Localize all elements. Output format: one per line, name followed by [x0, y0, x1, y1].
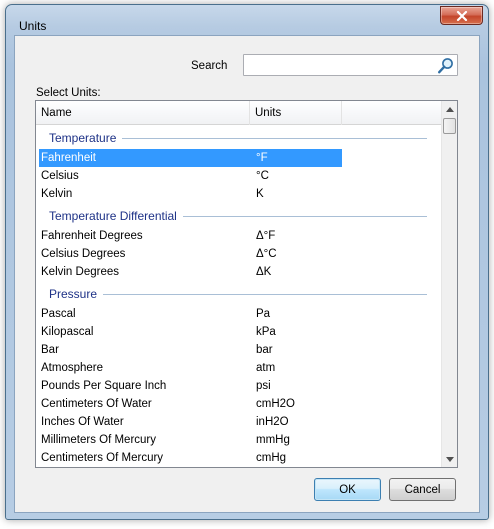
item-name: Atmosphere: [41, 362, 104, 374]
column-header-units[interactable]: Units: [250, 101, 342, 125]
search-box[interactable]: [243, 54, 458, 76]
item-name: Millimeters Of Mercury: [41, 434, 157, 446]
list-item-in-water[interactable]: Inches Of Water inH2O: [36, 413, 442, 431]
item-unit: Δ°C: [256, 248, 277, 260]
item-unit: Pa: [256, 308, 271, 320]
cancel-button[interactable]: Cancel: [389, 478, 456, 501]
window-title: Units: [19, 19, 47, 33]
item-unit: mmHg: [256, 434, 290, 446]
list-item-fahrenheit-degrees[interactable]: Fahrenheit Degrees Δ°F: [36, 227, 442, 245]
item-name: Fahrenheit Degrees: [41, 230, 143, 242]
list-item-kilopascal[interactable]: Kilopascal kPa: [36, 323, 442, 341]
list-item-cm-water[interactable]: Centimeters Of Water cmH2O: [36, 395, 442, 413]
search-icon[interactable]: [437, 57, 455, 75]
list-item-celsius-degrees[interactable]: Celsius Degrees Δ°C: [36, 245, 442, 263]
item-name: Centimeters Of Water: [41, 398, 152, 410]
group-header-pressure: Pressure: [36, 281, 442, 305]
item-name: Celsius: [41, 170, 79, 182]
list-item-fahrenheit[interactable]: Fahrenheit °F: [36, 149, 442, 167]
item-name: Celsius Degrees: [41, 248, 126, 260]
item-unit: inH2O: [256, 416, 289, 428]
list-item-kelvin[interactable]: Kelvin K: [36, 185, 442, 203]
group-title: Pressure: [49, 287, 104, 301]
ok-button[interactable]: OK: [314, 478, 381, 501]
list-item-psi[interactable]: Pounds Per Square Inch psi: [36, 377, 442, 395]
group-title: Temperature Differential: [49, 209, 183, 223]
group-header-temperature-differential: Temperature Differential: [36, 203, 442, 227]
item-name: Kelvin Degrees: [41, 266, 119, 278]
search-input[interactable]: [244, 55, 432, 75]
item-unit: bar: [256, 344, 273, 356]
list-header: Name Units: [36, 101, 442, 125]
item-name: Centimeters Of Mercury: [41, 452, 164, 464]
search-label: Search: [191, 60, 228, 72]
title-bar[interactable]: Units: [6, 5, 488, 35]
item-name: Fahrenheit: [41, 152, 96, 164]
item-unit: K: [256, 188, 264, 200]
item-unit: psi: [256, 380, 271, 392]
units-dialog: Units Search Select Units: Name Units Te…: [5, 4, 489, 520]
item-unit: atm: [256, 362, 276, 374]
item-unit: Δ°F: [256, 230, 276, 242]
column-header-name[interactable]: Name: [36, 101, 250, 125]
chevron-up-icon: [446, 106, 454, 112]
item-name: Kelvin: [41, 188, 73, 200]
group-header-temperature: Temperature: [36, 125, 442, 149]
group-divider: [49, 294, 427, 295]
item-unit: cmH2O: [256, 398, 295, 410]
scroll-down-button[interactable]: [442, 451, 457, 467]
list-item-atmosphere[interactable]: Atmosphere atm: [36, 359, 442, 377]
dialog-body: Search Select Units: Name Units Temperat…: [14, 35, 480, 513]
list-item-pascal[interactable]: Pascal Pa: [36, 305, 442, 323]
list-item-celsius[interactable]: Celsius °C: [36, 167, 442, 185]
chevron-down-icon: [446, 456, 454, 462]
scroll-up-button[interactable]: [442, 101, 457, 117]
scroll-thumb[interactable]: [443, 118, 456, 134]
list-item-kelvin-degrees[interactable]: Kelvin Degrees ΔK: [36, 263, 442, 281]
vertical-scrollbar[interactable]: [441, 101, 457, 467]
list-item-cm-mercury[interactable]: Centimeters Of Mercury cmHg: [36, 449, 442, 467]
close-icon: [456, 11, 468, 21]
list-item-bar[interactable]: Bar bar: [36, 341, 442, 359]
item-unit: cmHg: [256, 452, 287, 464]
item-unit: ΔK: [256, 266, 272, 278]
list-item-mm-mercury[interactable]: Millimeters Of Mercury mmHg: [36, 431, 442, 449]
item-name: Pounds Per Square Inch: [41, 380, 167, 392]
item-name: Pascal: [41, 308, 76, 320]
item-unit: kPa: [256, 326, 276, 338]
list-rows: Temperature Fahrenheit °F Celsius °C Kel…: [36, 125, 442, 467]
item-unit: °F: [256, 152, 268, 164]
units-list[interactable]: Name Units Temperature Fahrenheit °F Cel…: [35, 100, 458, 468]
select-units-label: Select Units:: [36, 87, 101, 99]
item-name: Inches Of Water: [41, 416, 124, 428]
group-title: Temperature: [49, 131, 123, 145]
close-button[interactable]: [440, 6, 483, 25]
item-unit: °C: [256, 170, 269, 182]
item-name: Kilopascal: [41, 326, 94, 338]
item-name: Bar: [41, 344, 59, 356]
